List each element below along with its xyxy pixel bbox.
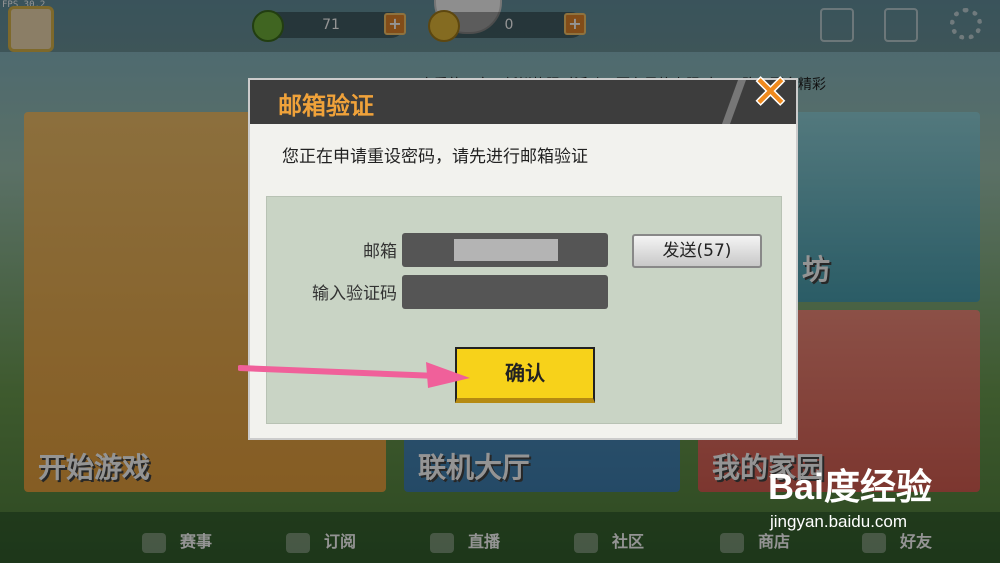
code-field[interactable] [402, 275, 608, 309]
code-label: 输入验证码 [312, 284, 397, 304]
close-icon[interactable]: ✕ [752, 71, 789, 115]
header-stripe [721, 80, 747, 124]
pointer-arrow [238, 362, 470, 388]
dialog-header: 邮箱验证 [250, 80, 796, 124]
email-field[interactable] [402, 233, 608, 267]
email-label: 邮箱 [363, 242, 397, 262]
baidu-watermark: Bai度经验 jingyan.baidu.com [768, 458, 933, 531]
dialog-hint: 您正在申请重设密码，请先进行邮箱验证 [282, 147, 588, 167]
baidu-url: jingyan.baidu.com [770, 512, 908, 531]
dialog-title: 邮箱验证 [278, 92, 374, 120]
send-code-button[interactable]: 发送(57) [632, 234, 762, 268]
redacted-email [454, 239, 558, 261]
baidu-logo: Bai度经验 [768, 466, 933, 507]
